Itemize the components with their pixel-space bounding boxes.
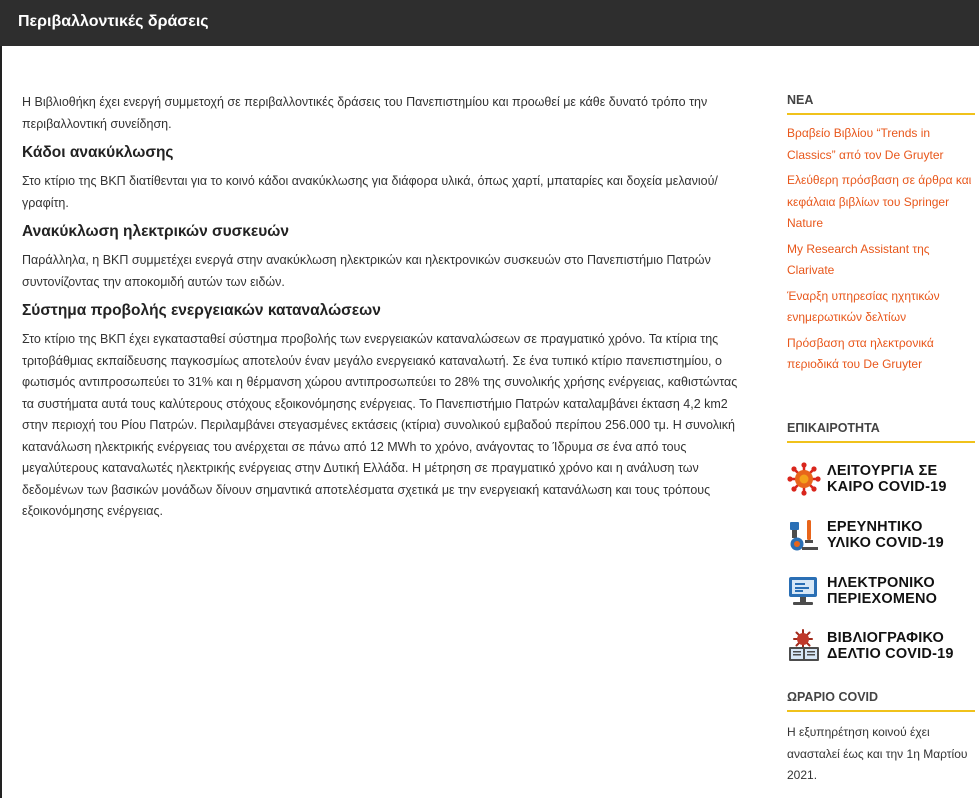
computer-icon <box>789 577 817 605</box>
banner-label: ΗΛΕΚΤΡΟΝΙΚΟ ΠΕΡΙΕΧΟΜΕΝΟ <box>827 575 938 607</box>
section-text-energy-monitoring: Στο κτίριο της ΒΚΠ έχει εγκατασταθεί σύσ… <box>22 332 738 518</box>
news-link[interactable]: My Research Assistant της Clarivate <box>787 239 975 282</box>
news-link[interactable]: Ελεύθερη πρόσβαση σε άρθρα και κεφάλαια … <box>787 170 975 235</box>
page-header: Περιβαλλοντικές δράσεις <box>0 0 979 46</box>
section-heading-recycling-bins: Κάδοι ανακύκλωσης <box>22 144 174 161</box>
intro-paragraph: Η Βιβλιοθήκη έχει ενεργή συμμετοχή σε πε… <box>22 95 708 131</box>
news-list: Βραβείο Βιβλίου “Trends in Classics” από… <box>787 123 975 380</box>
section-text-recycling-bins: Στο κτίριο της ΒΚΠ διατίθενται για το κο… <box>22 174 718 210</box>
section-heading-energy-monitoring: Σύστημα προβολής ενεργειακών καταναλώσεω… <box>22 302 381 319</box>
books-virus-icon <box>789 629 819 661</box>
topical-heading: ΕΠΙΚΑΙΡΟΤΗΤΑ <box>787 421 975 443</box>
news-link[interactable]: Πρόσβαση στα ηλεκτρονικά περιοδικά του D… <box>787 333 975 376</box>
main-content: Η Βιβλιοθήκη έχει ενεργή συμμετοχή σε πε… <box>22 92 742 529</box>
virus-icon <box>787 462 821 496</box>
electronic-content-banner[interactable]: ΗΛΕΚΤΡΟΝΙΚΟ ΠΕΡΙΕΧΟΜΕΝΟ <box>787 569 977 613</box>
news-link[interactable]: Βραβείο Βιβλίου “Trends in Classics” από… <box>787 123 975 166</box>
news-link[interactable]: Έναρξη υπηρεσίας ηχητικών ενημερωτικών δ… <box>787 286 975 329</box>
covid-hours-heading: ΩΡΑΡΙΟ COVID <box>787 690 975 712</box>
covid-hours-text: Η εξυπηρέτηση κοινού έχει ανασταλεί έως … <box>787 725 968 782</box>
section-text-electrical-recycling: Παράλληλα, η ΒΚΠ συμμετέχει ενεργά στην … <box>22 253 711 289</box>
microscope-icon <box>790 520 818 551</box>
page-title: Περιβαλλοντικές δράσεις <box>18 13 209 30</box>
covid-operation-banner[interactable]: ΛΕΙΤΟΥΡΓΙΑ ΣΕ ΚΑΙΡΟ COVID-19 <box>787 457 977 501</box>
banner-label: ΛΕΙΤΟΥΡΓΙΑ ΣΕ ΚΑΙΡΟ COVID-19 <box>827 463 947 495</box>
research-material-banner[interactable]: ΕΡΕΥΝΗΤΙΚΟ ΥΛΙΚΟ COVID-19 <box>787 513 977 557</box>
section-heading-electrical-recycling: Ανακύκλωση ηλεκτρικών συσκευών <box>22 223 289 240</box>
banner-label: ΒΙΒΛΙΟΓΡΑΦΙΚΟ ΔΕΛΤΙΟ COVID-19 <box>827 630 954 662</box>
banner-label: ΕΡΕΥΝΗΤΙΚΟ ΥΛΙΚΟ COVID-19 <box>827 519 944 551</box>
bibliographic-bulletin-banner[interactable]: ΒΙΒΛΙΟΓΡΑΦΙΚΟ ΔΕΛΤΙΟ COVID-19 <box>787 624 977 668</box>
news-heading: ΝΕΑ <box>787 93 975 115</box>
